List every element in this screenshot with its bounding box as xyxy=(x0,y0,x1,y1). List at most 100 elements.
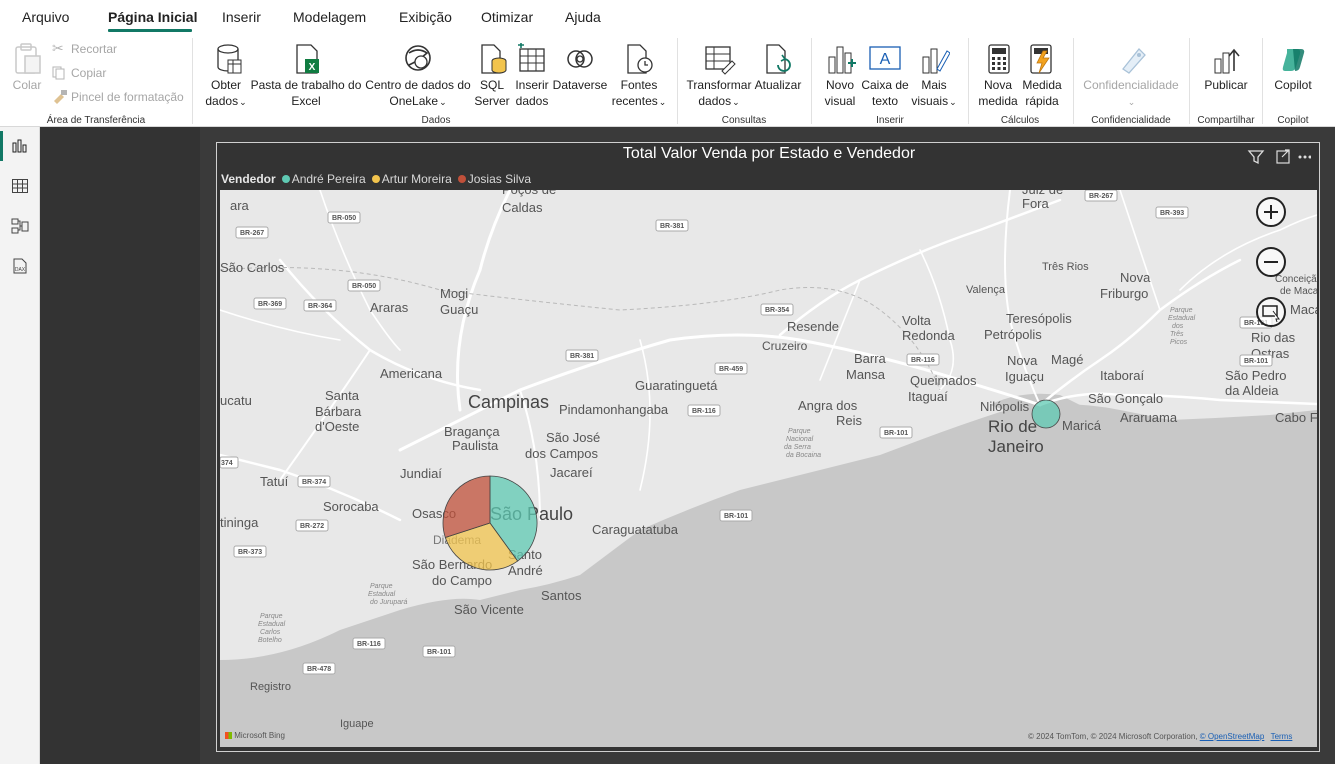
excel-workbook-button[interactable]: Pasta de trabalho do Excel xyxy=(251,77,362,109)
excel-icon: X xyxy=(296,44,319,74)
sensitivity-icon xyxy=(1122,48,1146,74)
text-box-button[interactable]: Caixa de texto xyxy=(861,77,908,109)
group-label-calculations: Cálculos xyxy=(1000,115,1040,126)
dataverse-button[interactable]: Dataverse xyxy=(553,77,608,93)
svg-text:BR-374: BR-374 xyxy=(302,479,326,486)
svg-text:BR-050: BR-050 xyxy=(332,215,356,222)
svg-text:Sorocaba: Sorocaba xyxy=(323,499,379,514)
focus-mode-icon[interactable] xyxy=(1276,149,1290,164)
svg-text:Bragança: Bragança xyxy=(444,424,500,439)
separator xyxy=(968,38,969,124)
transform-label-1: Transformar xyxy=(686,78,752,92)
separator xyxy=(1189,38,1190,124)
svg-text:Cabo Frio: Cabo Frio xyxy=(1275,410,1317,425)
menu-bar: Arquivo Página Inicial Inserir Modelagem… xyxy=(0,0,1335,33)
new-measure-button[interactable]: Nova medida xyxy=(978,77,1017,109)
sensitivity-label: Confidencialidade xyxy=(1083,78,1179,92)
excel-label-2: Excel xyxy=(291,94,321,108)
legend-item-andre[interactable]: André Pereira xyxy=(292,172,366,186)
sensitivity-button[interactable]: Confidencialidade ⌄ xyxy=(1083,77,1178,110)
paste-button[interactable]: Colar xyxy=(13,77,42,93)
svg-text:Guaratinguetá: Guaratinguetá xyxy=(635,378,718,393)
paste-icon xyxy=(15,43,41,74)
dax-query-icon: DAX xyxy=(13,258,27,274)
sql-server-button[interactable]: SQL Server xyxy=(474,77,509,109)
recent-sources-icon xyxy=(627,44,653,74)
onelake-hub-button[interactable]: Centro de dados do OneLake⌄ xyxy=(365,77,470,110)
pie-slice-rj-0[interactable] xyxy=(1031,399,1061,429)
visual-title: Total Valor Venda por Estado e Vendedor xyxy=(622,145,916,162)
tab-pagina-inicial[interactable]: Página Inicial xyxy=(108,9,197,25)
chevron-down-icon: ⌄ xyxy=(949,97,957,107)
zoom-in-button[interactable] xyxy=(1256,197,1286,227)
new-visual-button[interactable]: Novo visual xyxy=(825,77,856,109)
terms-link[interactable]: Terms xyxy=(1271,732,1293,741)
svg-text:Petrópolis: Petrópolis xyxy=(984,327,1042,342)
new-measure-label-2: medida xyxy=(978,94,1018,108)
svg-text:Rio de: Rio de xyxy=(988,417,1037,436)
svg-text:BR-354: BR-354 xyxy=(765,307,789,314)
legend-item-josias[interactable]: Josias Silva xyxy=(468,172,531,186)
tab-exibicao[interactable]: Exibição xyxy=(399,9,452,25)
get-data-button[interactable]: Obter dados⌄ xyxy=(205,77,246,110)
svg-text:dos Campos: dos Campos xyxy=(525,446,598,461)
report-view-icon xyxy=(12,139,27,153)
tab-modelagem[interactable]: Modelagem xyxy=(293,9,366,25)
svg-text:Guaçu: Guaçu xyxy=(440,302,478,317)
report-view-button[interactable] xyxy=(0,127,40,165)
selection-tool-button[interactable] xyxy=(1256,297,1286,327)
cut-button[interactable]: Recortar xyxy=(71,42,117,56)
svg-text:BR-101: BR-101 xyxy=(884,430,908,437)
recent-sources-button[interactable]: Fontes recentes⌄ xyxy=(612,77,667,110)
onelake-icon xyxy=(405,45,431,71)
svg-text:Pindamonhangaba: Pindamonhangaba xyxy=(559,402,669,417)
enter-data-button[interactable]: Inserir dados xyxy=(515,77,548,109)
copy-button[interactable]: Copiar xyxy=(71,66,106,80)
format-painter-button[interactable]: Pincel de formatação xyxy=(71,90,184,104)
svg-text:Cruzeiro: Cruzeiro xyxy=(762,339,808,353)
new-visual-icon xyxy=(828,46,856,74)
svg-text:BR-272: BR-272 xyxy=(300,523,324,530)
openstreetmap-link[interactable]: © OpenStreetMap xyxy=(1200,732,1265,741)
svg-text:Magé: Magé xyxy=(1051,352,1084,367)
svg-text:BR-373: BR-373 xyxy=(238,549,262,556)
legend: Vendedor André Pereira Artur Moreira Josias… xyxy=(221,172,531,186)
chevron-down-icon: ⌄ xyxy=(239,97,247,107)
svg-text:Conceição: Conceição xyxy=(1275,274,1317,285)
onelake-label-2: OneLake xyxy=(389,94,439,108)
transform-label-2: dados xyxy=(698,94,732,108)
quick-measure-button[interactable]: Medida rápida xyxy=(1022,77,1061,109)
svg-text:Parque: Parque xyxy=(788,428,811,435)
ribbon: Colar ✂ Recortar Copiar Pincel de format… xyxy=(0,33,1335,127)
tab-inserir[interactable]: Inserir xyxy=(222,9,261,25)
filter-icon[interactable] xyxy=(1247,150,1265,165)
left-navigation: DAX xyxy=(0,127,40,764)
tab-otimizar[interactable]: Otimizar xyxy=(481,9,533,25)
table-view-button[interactable] xyxy=(0,167,40,205)
transform-data-button[interactable]: Transformar dados⌄ xyxy=(687,77,752,110)
more-options-icon[interactable] xyxy=(1298,155,1312,159)
svg-text:Campinas: Campinas xyxy=(468,392,549,412)
dax-query-view-button[interactable]: DAX xyxy=(0,247,40,285)
svg-text:Estadual: Estadual xyxy=(1168,315,1196,322)
svg-text:Paulista: Paulista xyxy=(452,438,499,453)
tab-ajuda[interactable]: Ajuda xyxy=(565,9,601,25)
publish-button[interactable]: Publicar xyxy=(1204,77,1247,93)
text-box-label-2: texto xyxy=(871,94,898,108)
svg-text:BR-116: BR-116 xyxy=(911,357,935,364)
svg-text:Friburgo: Friburgo xyxy=(1100,286,1148,301)
map-canvas[interactable]: Campinas São Paulo Rio de Janeiro ara Po… xyxy=(220,190,1317,747)
legend-item-artur[interactable]: Artur Moreira xyxy=(382,172,452,186)
svg-text:Estadual: Estadual xyxy=(258,621,286,628)
table-view-icon xyxy=(12,179,28,193)
more-visuals-button[interactable]: Mais visuais⌄ xyxy=(911,77,956,110)
publish-icon xyxy=(1214,48,1240,74)
zoom-out-button[interactable] xyxy=(1256,247,1286,277)
bing-label: Microsoft Bing xyxy=(234,731,285,740)
copilot-button[interactable]: Copilot xyxy=(1274,77,1311,93)
refresh-button[interactable]: Atualizar xyxy=(755,77,802,93)
tab-arquivo[interactable]: Arquivo xyxy=(22,9,69,25)
microsoft-logo-icon xyxy=(225,732,232,740)
model-view-button[interactable] xyxy=(0,207,40,245)
svg-text:BR-381: BR-381 xyxy=(570,353,594,360)
